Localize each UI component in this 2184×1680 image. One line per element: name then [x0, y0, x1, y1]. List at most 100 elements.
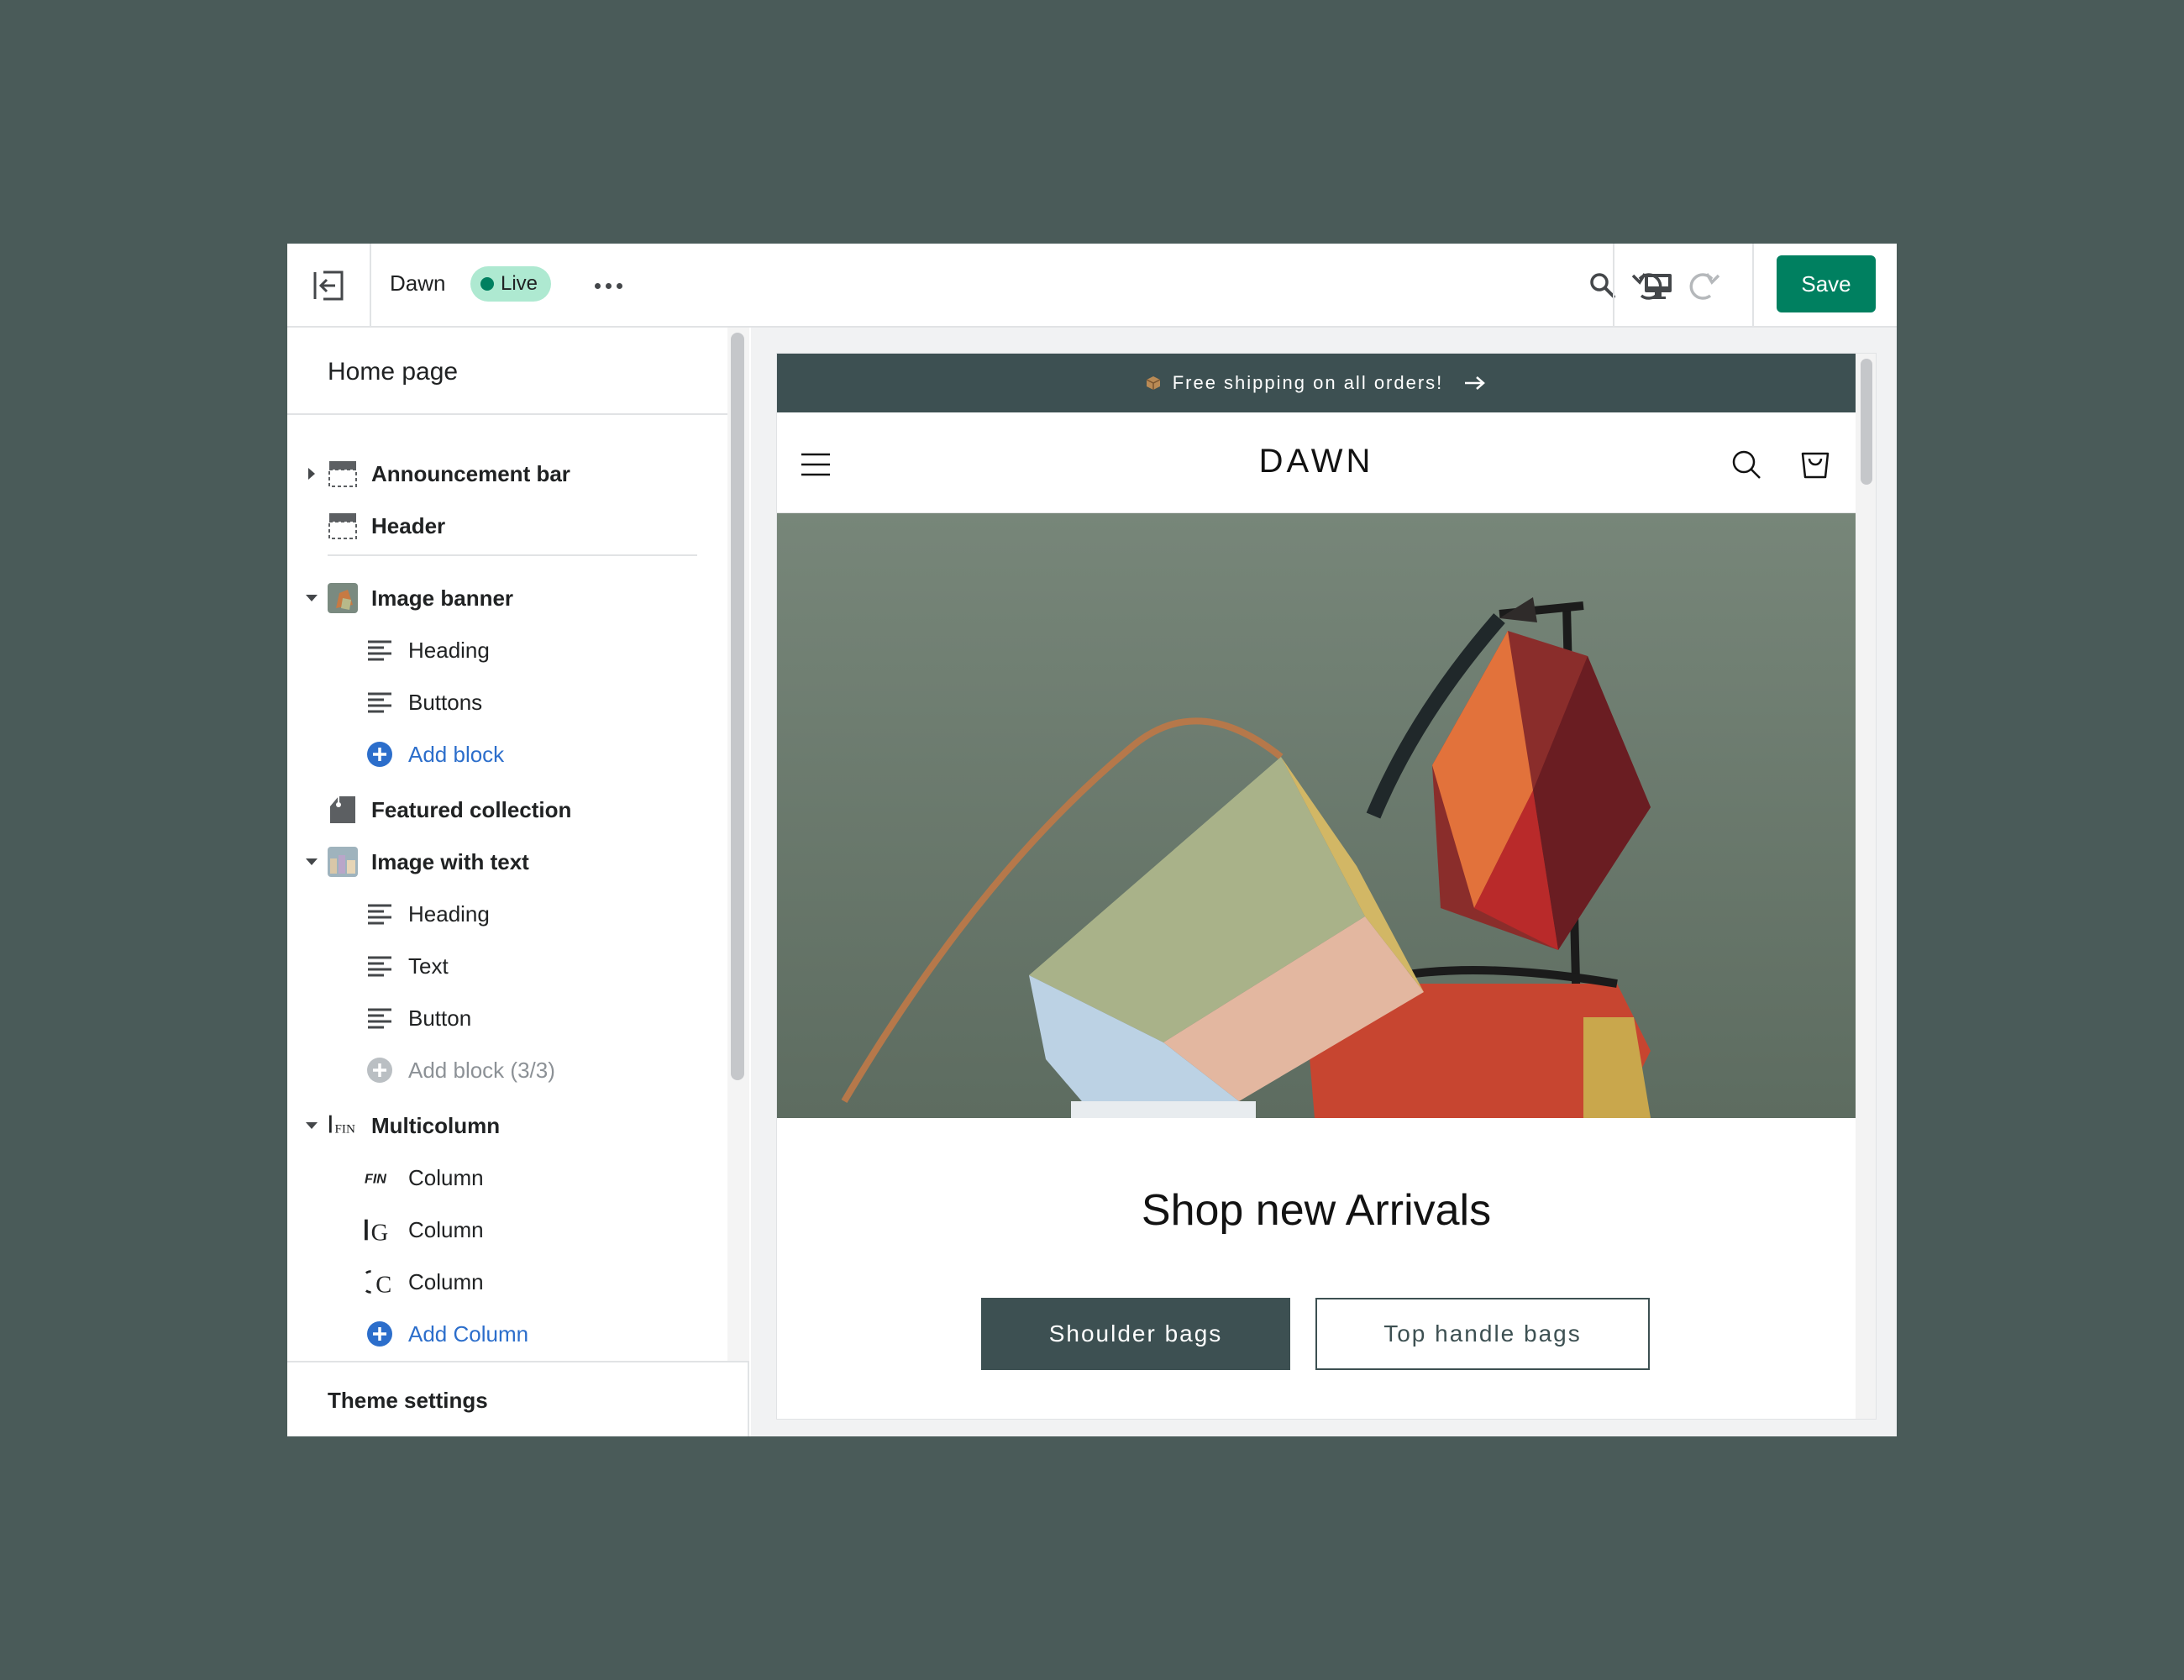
cart-icon: [1801, 452, 1830, 479]
block-button[interactable]: Button: [287, 995, 727, 1042]
section-header[interactable]: Header: [287, 502, 727, 549]
block-label: Button: [408, 1005, 472, 1031]
plus-circle-icon: [365, 739, 395, 769]
status-label: Live: [501, 272, 538, 295]
block-column[interactable]: FIN Column: [287, 1154, 727, 1201]
announcement-bar[interactable]: Free shipping on all orders!: [777, 354, 1856, 412]
block-heading[interactable]: Heading: [287, 627, 727, 674]
divider: [1613, 244, 1614, 328]
redo-button[interactable]: [1682, 264, 1725, 307]
store-search-button[interactable]: [1728, 446, 1765, 483]
plus-circle-icon: [365, 1319, 395, 1349]
theme-settings-link[interactable]: Theme settings: [328, 1388, 488, 1414]
add-block-label: Add block: [408, 741, 505, 767]
image-thumb-icon: [328, 583, 358, 613]
add-block-button[interactable]: Add block: [287, 731, 727, 778]
text-lines-icon: [365, 899, 395, 929]
more-dot: [594, 282, 601, 289]
section-image-banner[interactable]: Image banner: [287, 575, 727, 622]
text-lines-icon: [365, 1003, 395, 1033]
hero-image: [777, 513, 1856, 1118]
section-label: Featured collection: [371, 796, 572, 822]
theme-name: Dawn: [390, 270, 446, 296]
block-label: Heading: [408, 637, 490, 663]
caret-down-icon[interactable]: [304, 591, 319, 606]
block-label: Text: [408, 953, 449, 979]
svg-text:FIN: FIN: [365, 1172, 386, 1187]
block-label: Heading: [408, 900, 490, 927]
add-block-button-disabled: Add block (3/3): [287, 1047, 727, 1094]
redo-icon: [1689, 273, 1720, 300]
block-label: Column: [408, 1268, 484, 1294]
divider: [1752, 244, 1754, 328]
section-label: Header: [371, 512, 446, 538]
preview-scrollbar-track[interactable]: [1856, 354, 1876, 1419]
sections-sidebar: Home page Announcement bar Header Image …: [287, 328, 749, 1436]
plus-circle-icon: [365, 1055, 395, 1085]
undo-icon: [1631, 273, 1662, 300]
multicolumn-icon: FIN: [328, 1110, 358, 1141]
section-label: Image banner: [371, 585, 514, 611]
sidebar-footer: Theme settings: [287, 1361, 748, 1436]
handbags-image: [777, 513, 1856, 1118]
block-column[interactable]: G Column: [287, 1206, 727, 1253]
image-thumb-icon: [328, 847, 358, 877]
page-title: Home page: [328, 358, 459, 386]
block-text[interactable]: Text: [287, 942, 727, 990]
block-label: Column: [408, 1216, 484, 1242]
sidebar-scrollbar-thumb[interactable]: [731, 333, 744, 1080]
section-multicolumn[interactable]: FIN Multicolumn: [287, 1102, 727, 1149]
section-announcement-bar[interactable]: Announcement bar: [287, 450, 727, 497]
search-button[interactable]: [1581, 264, 1625, 307]
hero-title: Shop new Arrivals: [1141, 1186, 1492, 1235]
caret-down-icon[interactable]: [304, 1118, 319, 1133]
undo-button[interactable]: [1626, 264, 1670, 307]
add-column-button[interactable]: Add Column: [287, 1310, 727, 1352]
more-dot: [616, 282, 622, 289]
section-top-icon: [328, 511, 358, 541]
caret-right-icon[interactable]: [304, 466, 319, 481]
section-label: Announcement bar: [371, 460, 570, 486]
section-label: Multicolumn: [371, 1112, 501, 1138]
svg-text:C: C: [375, 1272, 391, 1296]
text-lines-icon: [365, 635, 395, 665]
section-image-with-text[interactable]: Image with text: [287, 838, 727, 885]
store-preview-area: Free shipping on all orders! DAWN Shop n…: [751, 328, 1897, 1436]
section-top-icon: [328, 459, 358, 489]
status-badge: Live: [470, 266, 552, 302]
package-icon: [1146, 376, 1161, 390]
block-label: Column: [408, 1164, 484, 1190]
divider: [328, 554, 697, 556]
top-handle-bags-button[interactable]: Top handle bags: [1315, 1298, 1650, 1370]
tag-icon: [328, 795, 358, 825]
more-actions-button[interactable]: [583, 265, 633, 306]
store-preview-frame: Free shipping on all orders! DAWN Shop n…: [776, 353, 1877, 1420]
store-logo[interactable]: DAWN: [777, 443, 1856, 480]
arrow-right-icon: [1465, 376, 1486, 390]
store-header: DAWN: [777, 412, 1856, 513]
column-thumb-icon: C: [365, 1267, 395, 1297]
caret-down-icon[interactable]: [304, 854, 319, 869]
block-column[interactable]: C Column: [287, 1258, 727, 1305]
cart-button[interactable]: [1797, 446, 1834, 483]
svg-text:FIN: FIN: [335, 1122, 355, 1137]
announcement-text: Free shipping on all orders!: [1172, 372, 1444, 393]
block-label: Buttons: [408, 689, 483, 715]
section-label: Image with text: [371, 848, 529, 874]
block-heading[interactable]: Heading: [287, 890, 727, 937]
exit-button[interactable]: [287, 244, 371, 328]
section-list: Announcement bar Header Image banner Hea…: [287, 415, 727, 1352]
search-icon: [1732, 450, 1761, 479]
theme-editor-window: Dawn Live Save Home page Announcement ba…: [287, 244, 1897, 1436]
add-column-label: Add Column: [408, 1320, 529, 1347]
preview-scrollbar-thumb[interactable]: [1861, 359, 1872, 485]
add-block-label: Add block (3/3): [408, 1057, 555, 1083]
shoulder-bags-button[interactable]: Shoulder bags: [981, 1298, 1290, 1370]
column-thumb-icon: G: [365, 1215, 395, 1245]
exit-icon: [313, 270, 344, 301]
save-button[interactable]: Save: [1777, 255, 1876, 312]
block-buttons[interactable]: Buttons: [287, 679, 727, 726]
section-featured-collection[interactable]: Featured collection: [287, 786, 727, 833]
editor-topbar: Dawn Live Save: [287, 244, 1897, 328]
column-thumb-icon: FIN: [365, 1163, 395, 1193]
